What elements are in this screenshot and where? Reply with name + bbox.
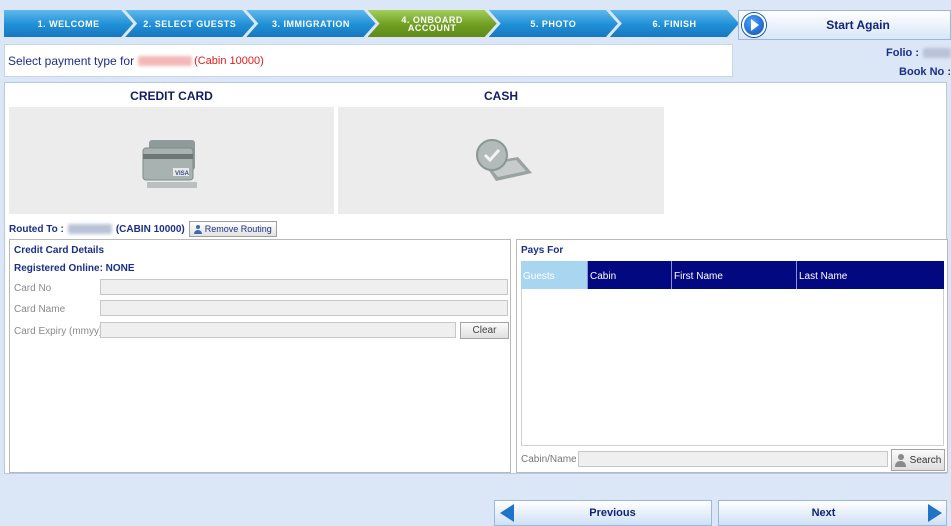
pays-for-grid-header: Guests Cabin First Name Last Name [521, 261, 944, 289]
wizard-steps: 1. Welcome 2. Select Guests 3. Immigrati… [4, 10, 731, 37]
registered-online-status: Registered Online: NONE [14, 263, 135, 274]
start-again-label: Start Again [826, 18, 890, 32]
column-cabin[interactable]: Cabin [588, 261, 672, 289]
wizard-step-select-guests[interactable]: 2. Select Guests [125, 10, 254, 37]
pays-for-panel: Pays For Guests Cabin First Name Last Na… [516, 239, 948, 473]
person-icon [193, 224, 202, 234]
routed-to-label: Routed To : [9, 223, 64, 235]
credit-card-details-panel: Credit Card Details Registered Online: N… [9, 239, 511, 473]
remove-routing-button[interactable]: Remove Routing [188, 221, 277, 237]
column-first-name[interactable]: First Name [672, 261, 797, 289]
play-arrow-icon [742, 13, 766, 37]
routing-row: Routed To : (CABIN 10000) Remove Routing [9, 221, 277, 237]
cabin-name-input[interactable] [578, 451, 888, 467]
cabin-name-label: Cabin/Name [521, 454, 577, 465]
next-button[interactable]: Next [718, 500, 947, 526]
wizard-step-onboard-account[interactable]: 4. Onboard Account [368, 10, 497, 37]
routed-name-redacted [67, 224, 112, 234]
column-guests[interactable]: Guests [521, 261, 588, 289]
folio-panel: Folio : Book No : [742, 44, 951, 82]
column-last-name[interactable]: Last Name [797, 261, 944, 289]
start-again-button[interactable]: Start Again [738, 10, 951, 40]
card-no-input[interactable] [100, 279, 508, 295]
folio-label: Folio : [886, 47, 919, 59]
card-no-label: Card No [14, 283, 52, 294]
user-search-icon [894, 453, 906, 467]
payment-header: Select payment type for (Cabin 10000) [4, 44, 733, 77]
next-label: Next [811, 507, 836, 519]
wizard-step-photo[interactable]: 5. Photo [489, 10, 618, 37]
search-label: Search [909, 454, 942, 466]
header-cabin: (Cabin 10000) [194, 54, 264, 67]
pays-for-title: Pays For [521, 245, 564, 256]
previous-label: Previous [589, 507, 636, 519]
header-prefix: Select payment type for [8, 53, 135, 68]
credit-card-option[interactable]: VISA [9, 107, 334, 214]
card-expiry-input[interactable] [100, 322, 456, 338]
card-name-input[interactable] [100, 300, 508, 316]
search-button[interactable]: Search [891, 449, 945, 471]
card-name-label: Card Name [14, 304, 66, 315]
main-panel: CREDIT CARD CASH VISA Routed To : (CABIN… [4, 82, 948, 474]
book-no-label: Book No : [899, 66, 951, 78]
pays-for-grid-body[interactable] [521, 289, 944, 446]
folio-value-redacted [923, 48, 951, 58]
guest-name-redacted [138, 55, 193, 66]
card-expiry-label: Card Expiry (mmyy) [14, 326, 103, 337]
cash-payment-icon [476, 138, 532, 181]
credit-card-title: CREDIT CARD [130, 89, 213, 103]
remove-routing-label: Remove Routing [204, 224, 272, 234]
routed-cabin: (CABIN 10000) [115, 223, 185, 235]
cash-option[interactable] [338, 107, 664, 214]
arrow-right-icon [928, 504, 942, 522]
clear-button[interactable]: Clear [460, 322, 509, 339]
wizard-step-finish[interactable]: 6. Finish [610, 10, 739, 37]
credit-card-details-title: Credit Card Details [14, 245, 105, 256]
credit-card-icon: VISA [142, 139, 197, 188]
cash-title: CASH [483, 89, 518, 103]
svg-text:VISA: VISA [175, 171, 190, 177]
arrow-left-icon [500, 504, 514, 522]
wizard-step-immigration[interactable]: 3. Immigration [246, 10, 375, 37]
wizard-step-welcome[interactable]: 1. Welcome [4, 10, 133, 37]
previous-button[interactable]: Previous [494, 500, 712, 526]
